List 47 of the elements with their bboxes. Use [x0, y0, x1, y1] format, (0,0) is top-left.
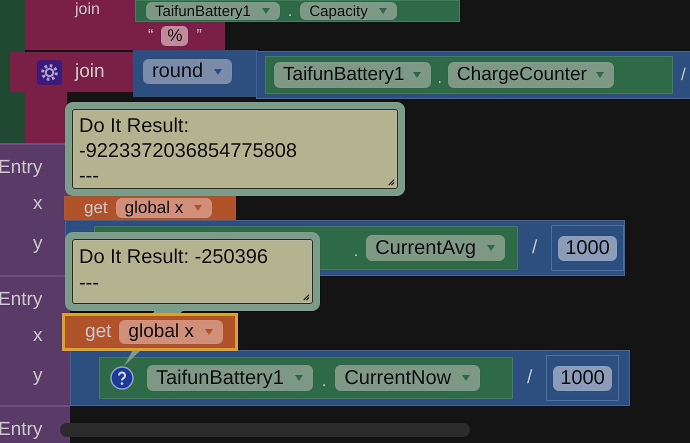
result-text: Do It Result: -9223372036854775808 ---	[72, 109, 398, 189]
caret-icon	[294, 374, 304, 382]
get-label: get	[84, 198, 108, 218]
caret-icon	[260, 7, 271, 15]
resize-grip-icon[interactable]	[301, 292, 310, 301]
result-text: Do It Result: -250396 ---	[72, 239, 313, 304]
property-dropdown[interactable]: CurrentAvg	[366, 235, 505, 261]
component-dropdown[interactable]: TaifunBattery1	[146, 2, 280, 20]
join-label: join	[75, 1, 100, 18]
x-label: x	[33, 325, 42, 347]
caret-icon	[461, 374, 472, 382]
quote-mark: ”	[196, 27, 202, 45]
caret-icon	[594, 71, 605, 79]
caret-icon	[486, 244, 496, 252]
caret-icon	[378, 7, 388, 15]
separator-dot: .	[322, 372, 326, 391]
help-icon[interactable]	[110, 366, 134, 390]
component-dropdown[interactable]: TaifunBattery1	[274, 62, 432, 88]
component-dropdown[interactable]: TaifunBattery1	[147, 365, 313, 391]
variable-dropdown[interactable]: global x	[119, 320, 223, 344]
divide-operator: /	[681, 65, 686, 85]
text-value[interactable]: %	[161, 26, 188, 46]
scrollbar[interactable]	[60, 423, 470, 437]
number-value[interactable]: 1000	[553, 366, 612, 390]
y-label: y	[33, 233, 42, 255]
caret-icon	[213, 68, 224, 76]
gear-icon[interactable]	[37, 60, 62, 84]
separator-dot: .	[288, 2, 292, 21]
property-dropdown[interactable]: CurrentNow	[335, 365, 480, 391]
caret-icon	[193, 204, 204, 212]
caret-icon	[412, 71, 422, 79]
number-value[interactable]: 1000	[558, 236, 617, 260]
get-label: get	[85, 321, 112, 343]
math-dropdown[interactable]: round	[143, 59, 232, 84]
y-label: y	[33, 365, 42, 387]
divide-operator: /	[527, 367, 532, 389]
divide-operator: /	[532, 237, 538, 259]
resize-grip-icon[interactable]	[386, 177, 395, 186]
separator-dot: .	[354, 242, 358, 261]
variable-dropdown[interactable]: global x	[116, 198, 212, 218]
quote-mark: “	[148, 27, 154, 45]
join-label: join	[75, 61, 105, 83]
caret-icon	[204, 328, 214, 336]
property-dropdown[interactable]: Capacity	[300, 2, 397, 20]
x-label: x	[33, 193, 42, 215]
property-dropdown[interactable]: ChargeCounter	[448, 62, 614, 88]
separator-dot: .	[437, 69, 442, 88]
